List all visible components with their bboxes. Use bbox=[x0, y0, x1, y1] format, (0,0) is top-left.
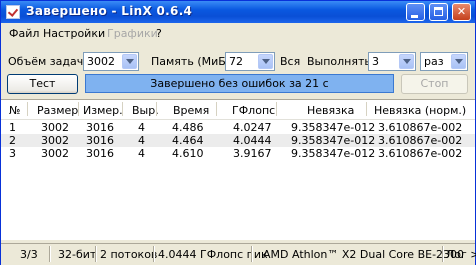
app-window: Завершено - LinX 0.6.4 ✕ Файл Настройки … bbox=[0, 0, 476, 265]
cell-residual-norm: 3.610867e-002 bbox=[378, 147, 463, 160]
col-header-measured[interactable]: Измер. bbox=[83, 104, 123, 120]
status-threads: 2 потоков bbox=[100, 248, 158, 261]
cell-gflops: 3.9167 bbox=[233, 147, 272, 160]
column-divider[interactable] bbox=[78, 102, 79, 116]
col-header-size[interactable]: Размер bbox=[37, 104, 78, 120]
memory-value: 72 bbox=[229, 55, 243, 68]
status-divider bbox=[442, 246, 444, 262]
column-divider[interactable] bbox=[366, 102, 367, 116]
cell-measured: 3016 bbox=[86, 147, 114, 160]
cell-size: 3002 bbox=[41, 134, 69, 147]
chevron-down-icon[interactable] bbox=[399, 54, 414, 69]
progress-status: Завершено без ошибок за 21 с bbox=[85, 74, 394, 93]
window-title: Завершено - LinX 0.6.4 bbox=[26, 4, 193, 18]
col-header-residual[interactable]: Невязка bbox=[307, 104, 354, 120]
maximize-icon bbox=[434, 7, 443, 16]
menu-graphs[interactable]: Графики bbox=[107, 27, 158, 40]
maximize-button[interactable] bbox=[429, 3, 448, 21]
status-bar: 3/3 32-бит 2 потоков 4.0444 ГФлопс пик A… bbox=[1, 243, 476, 265]
cell-residual: 9.358347e-012 bbox=[291, 147, 376, 160]
chevron-down-icon[interactable] bbox=[451, 54, 466, 69]
cell-time: 4.610 bbox=[172, 147, 204, 160]
column-divider[interactable] bbox=[216, 102, 217, 116]
column-divider[interactable] bbox=[276, 102, 277, 116]
cell-residual-norm: 3.610867e-002 bbox=[378, 134, 463, 147]
table-row[interactable]: 3 3002 3016 4 4.610 3.9167 9.358347e-012… bbox=[1, 147, 475, 160]
column-divider[interactable] bbox=[122, 102, 123, 116]
col-header-residual-norm[interactable]: Невязка (норм.) bbox=[374, 104, 466, 120]
task-size-value: 3002 bbox=[87, 55, 115, 68]
cell-size: 3002 bbox=[41, 147, 69, 160]
close-icon: ✕ bbox=[456, 5, 467, 18]
status-bits: 32-бит bbox=[58, 248, 97, 261]
results-table[interactable]: № Размер Измер. Выр. Время ГФлопс Невязк… bbox=[1, 99, 475, 240]
cell-num: 1 bbox=[9, 121, 16, 134]
cell-measured: 3016 bbox=[86, 134, 114, 147]
col-header-time[interactable]: Время bbox=[173, 104, 209, 120]
column-divider[interactable] bbox=[156, 102, 157, 116]
cell-num: 2 bbox=[9, 134, 16, 147]
menu-file[interactable]: Файл bbox=[9, 27, 39, 40]
status-divider bbox=[251, 246, 253, 262]
title-bar: Завершено - LinX 0.6.4 ✕ bbox=[1, 1, 475, 23]
status-divider bbox=[49, 246, 51, 262]
cell-time: 4.486 bbox=[172, 121, 204, 134]
column-divider[interactable] bbox=[27, 102, 28, 116]
table-row[interactable]: 2 3002 3016 4 4.464 4.0444 9.358347e-012… bbox=[1, 134, 475, 147]
run-unit-combo[interactable]: раз bbox=[420, 52, 468, 71]
cell-align: 4 bbox=[138, 134, 145, 147]
task-size-combo[interactable]: 3002 bbox=[83, 52, 139, 71]
chevron-down-icon[interactable] bbox=[258, 54, 273, 69]
run-label: Выполнять: bbox=[307, 55, 375, 68]
status-divider bbox=[153, 246, 155, 262]
col-header-num[interactable]: № bbox=[9, 104, 20, 120]
cell-align: 4 bbox=[138, 121, 145, 134]
cell-time: 4.464 bbox=[172, 134, 204, 147]
table-row[interactable]: 1 3002 3016 4 4.486 4.0247 9.358347e-012… bbox=[1, 121, 475, 134]
all-memory-label[interactable]: Вся bbox=[280, 55, 300, 68]
memory-combo[interactable]: 72 bbox=[225, 52, 275, 71]
cell-residual-norm: 3.610867e-002 bbox=[378, 121, 463, 134]
status-divider bbox=[95, 246, 97, 262]
cell-num: 3 bbox=[9, 147, 16, 160]
test-button[interactable]: Тест bbox=[7, 74, 78, 94]
run-count-value: 3 bbox=[372, 55, 379, 68]
minimize-button[interactable] bbox=[406, 3, 425, 21]
cell-residual: 9.358347e-012 bbox=[291, 121, 376, 134]
close-button[interactable]: ✕ bbox=[452, 3, 471, 21]
col-header-gflops[interactable]: ГФлопс bbox=[232, 104, 275, 120]
status-cpu: AMD Athlon™ X2 Dual Core BE-2300 bbox=[263, 248, 465, 261]
run-count-combo[interactable]: 3 bbox=[368, 52, 416, 71]
col-header-align[interactable]: Выр. bbox=[132, 104, 159, 120]
cell-residual: 9.358347e-012 bbox=[291, 134, 376, 147]
chevron-down-icon[interactable] bbox=[122, 54, 137, 69]
status-progress: 3/3 bbox=[20, 248, 38, 261]
cell-align: 4 bbox=[138, 147, 145, 160]
run-unit-value: раз bbox=[424, 55, 444, 68]
cell-gflops: 4.0444 bbox=[233, 134, 272, 147]
log-toggle[interactable]: Лог > bbox=[446, 248, 476, 261]
task-size-label: Объём задачи: bbox=[8, 55, 95, 68]
menu-help[interactable]: ? bbox=[156, 27, 162, 40]
app-checkmark-icon bbox=[6, 5, 20, 19]
cell-size: 3002 bbox=[41, 121, 69, 134]
menu-bar: Файл Настройки Графики ? bbox=[1, 24, 475, 42]
menu-settings[interactable]: Настройки bbox=[43, 27, 105, 40]
minimize-icon bbox=[411, 15, 418, 18]
cell-gflops: 4.0247 bbox=[233, 121, 272, 134]
memory-label: Память (МиБ): bbox=[151, 55, 234, 68]
cell-measured: 3016 bbox=[86, 121, 114, 134]
stop-button[interactable]: Стоп bbox=[401, 74, 468, 94]
